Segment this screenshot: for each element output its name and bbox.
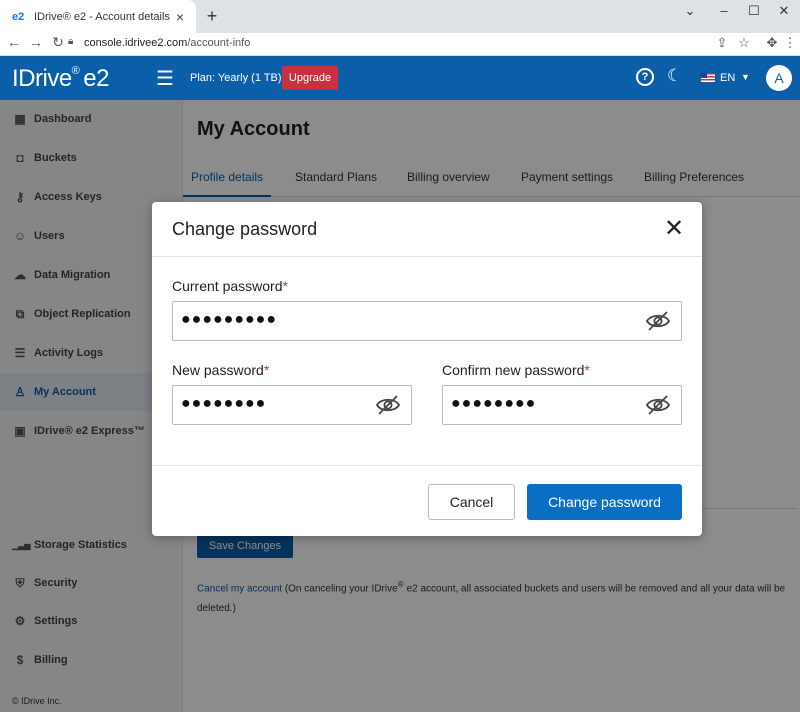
address-bar: ← → ↻ 🔒︎ console.idrivee2.com/account-in… [0,33,800,56]
us-flag-icon[interactable] [701,73,715,82]
minimize-icon[interactable]: – [710,3,738,18]
logo-mark: ® [71,65,80,77]
current-password-field[interactable]: ●●●●●●●●● [172,301,682,341]
url-field[interactable]: console.idrivee2.com/account-info [84,37,250,49]
change-password-button[interactable]: Change password [527,484,682,520]
window-close-icon[interactable]: ✕ [770,3,798,19]
star-icon[interactable]: ☆ [736,35,752,51]
current-password-value: ●●●●●●●●● [181,311,277,328]
reload-icon[interactable]: ↻ [50,34,66,51]
browser-menu-icon[interactable]: ⋮ [782,35,798,51]
tab-close-icon[interactable]: × [170,9,190,25]
tab-title: IDrive® e2 - Account details [34,10,170,23]
dark-mode-icon[interactable]: ☾ [667,66,682,86]
confirm-password-field[interactable]: ●●●●●●●● [442,385,682,425]
url-host: console.idrivee2.com [84,37,188,49]
plan-label: Plan: Yearly (1 TB) [190,72,282,84]
logo[interactable]: IDrive® e2 [12,65,109,93]
chevron-down-icon[interactable]: ⌄ [676,3,704,19]
new-password-field[interactable]: ●●●●●●●● [172,385,412,425]
share-icon[interactable]: ⇪ [714,35,730,51]
new-password-label: New password* [172,362,269,378]
new-tab-icon[interactable]: + [202,6,222,27]
close-icon[interactable]: ✕ [662,215,686,243]
confirm-password-value: ●●●●●●●● [451,395,537,412]
new-password-value: ●●●●●●●● [181,395,267,412]
lock-icon[interactable]: 🔒︎ [68,36,73,47]
extensions-icon[interactable]: ✥ [764,35,780,51]
help-icon[interactable]: ? [636,68,654,86]
maximize-icon[interactable]: ☐ [740,3,768,19]
eye-slash-icon[interactable] [645,310,671,332]
caret-down-icon[interactable]: ▼ [741,72,750,82]
language-select[interactable]: EN [720,72,735,84]
logo-suffix: e2 [83,65,109,92]
current-password-label: Current password* [172,278,288,294]
label-text: Confirm new password [442,362,585,378]
label-text: Current password [172,278,283,294]
eye-slash-icon[interactable] [645,394,671,416]
back-icon[interactable]: ← [6,34,22,50]
dialog-title: Change password [172,219,318,239]
dialog-divider [152,465,702,466]
cancel-button[interactable]: Cancel [428,484,515,520]
hamburger-menu-icon[interactable]: ☰ [156,66,174,91]
app-header: IDrive® e2 ☰ Plan: Yearly (1 TB) Upgrade … [0,56,800,100]
avatar[interactable]: A [766,65,792,91]
required-mark: * [263,362,270,378]
url-path: /account-info [187,37,251,49]
upgrade-button[interactable]: Upgrade [282,66,338,90]
browser-tab[interactable]: e2 IDrive® e2 - Account details × [0,0,196,33]
eye-slash-icon[interactable] [375,394,401,416]
label-text: New password [172,362,264,378]
confirm-password-label: Confirm new password* [442,362,590,378]
change-password-dialog: Change password ✕ Current password* ●●●●… [152,202,702,536]
browser-tab-bar: e2 IDrive® e2 - Account details × + ⌄ – … [0,0,800,33]
logo-text: IDrive [12,65,72,92]
required-mark: * [584,362,590,378]
dialog-header: Change password ✕ [152,202,702,257]
forward-icon[interactable]: → [28,34,44,50]
required-mark: * [282,278,288,294]
favicon-icon: e2 [12,10,25,23]
